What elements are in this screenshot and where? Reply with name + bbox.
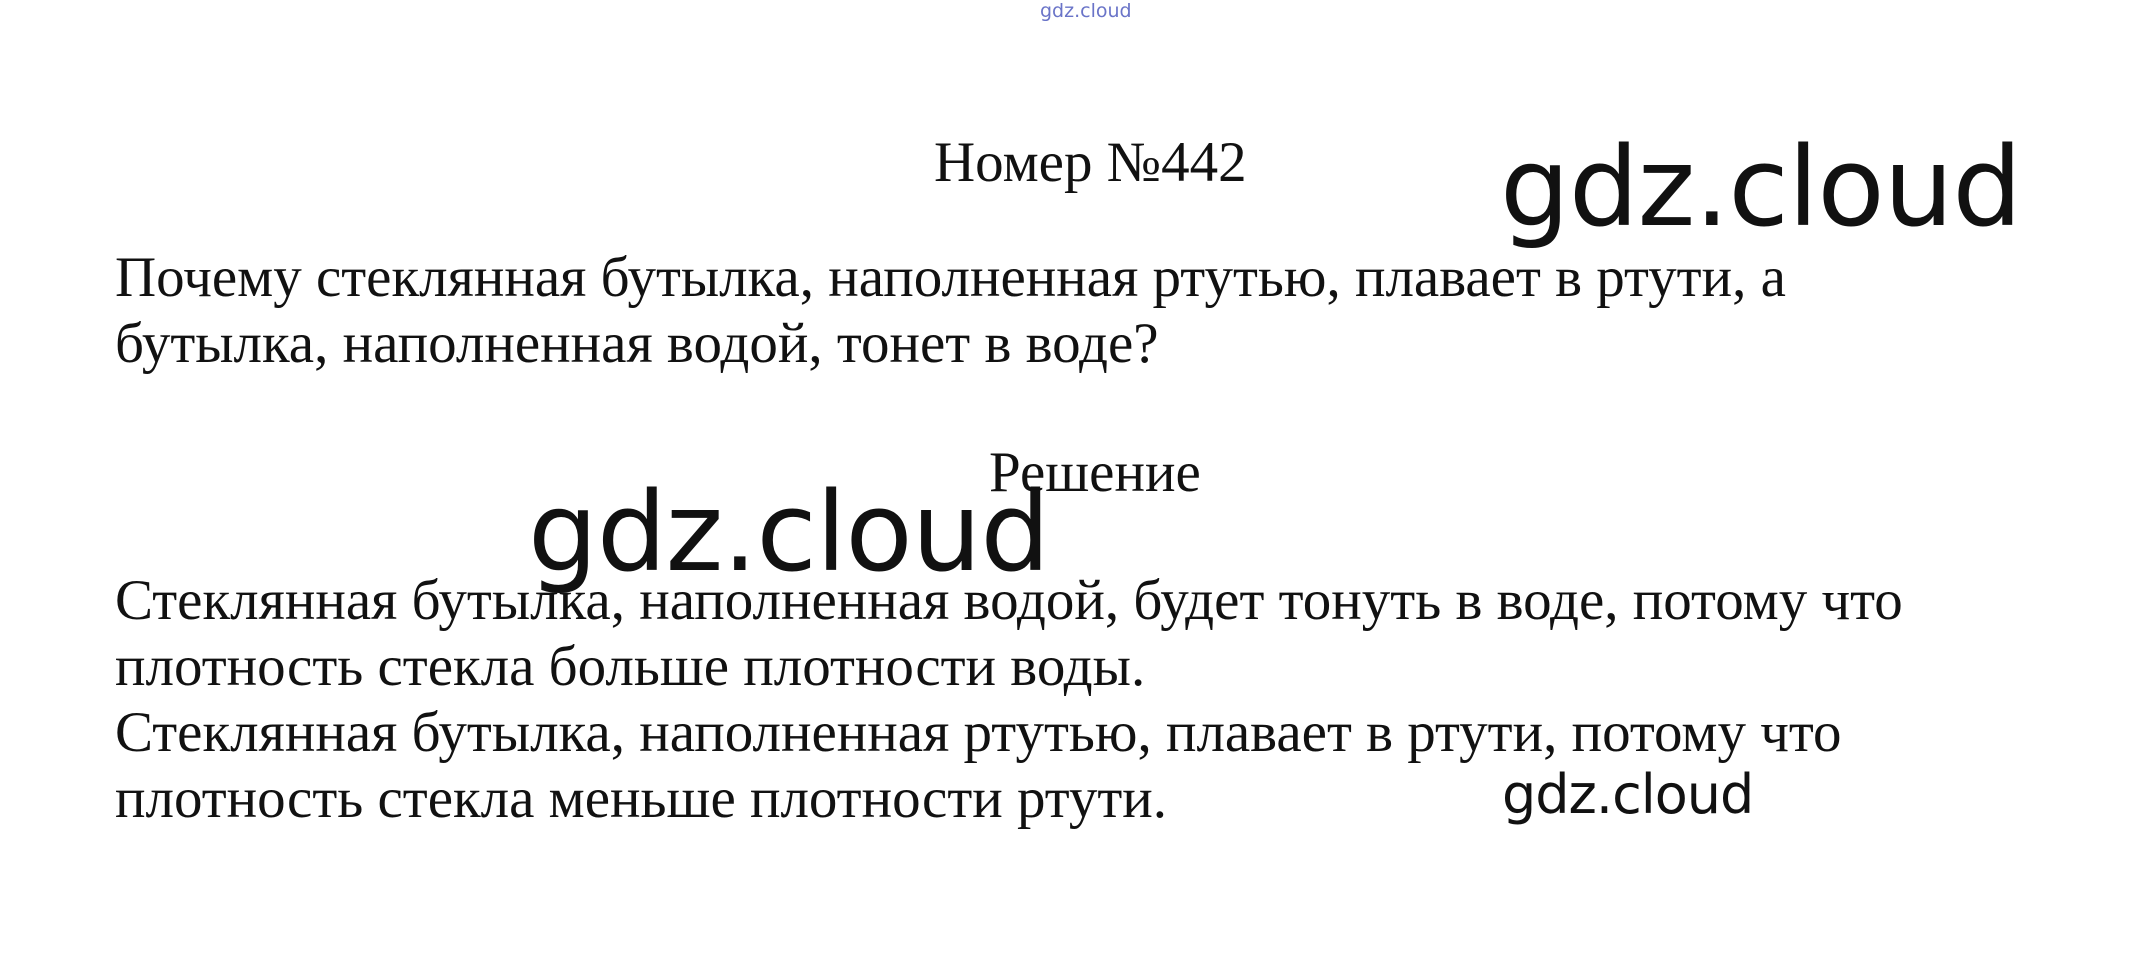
question-text: Почему стеклянная бутылка, наполненная р… <box>115 245 2095 377</box>
answer-line: плотность стекла меньше плотности ртути. <box>115 767 1168 830</box>
answer-text: Стеклянная бутылка, наполненная водой, б… <box>115 568 2095 832</box>
watermark-logo-bottom: gdz.cloud <box>1502 763 1754 826</box>
answer-line: плотность стекла больше плотности воды. <box>115 635 1146 698</box>
answer-line: Стеклянная бутылка, наполненная водой, б… <box>115 569 1903 632</box>
question-line: бутылка, наполненная водой, тонет в воде… <box>115 312 1159 375</box>
problem-number-title: Номер №442 <box>934 131 1247 194</box>
top-watermark: gdz.cloud <box>1040 0 1132 22</box>
watermark-logo-primary: gdz.cloud <box>1500 123 2022 251</box>
document-page: gdz.cloud Номер №442 gdz.cloud Почему ст… <box>0 0 2150 967</box>
answer-line: Стеклянная бутылка, наполненная ртутью, … <box>115 701 1842 764</box>
question-line: Почему стеклянная бутылка, наполненная р… <box>115 246 1786 309</box>
